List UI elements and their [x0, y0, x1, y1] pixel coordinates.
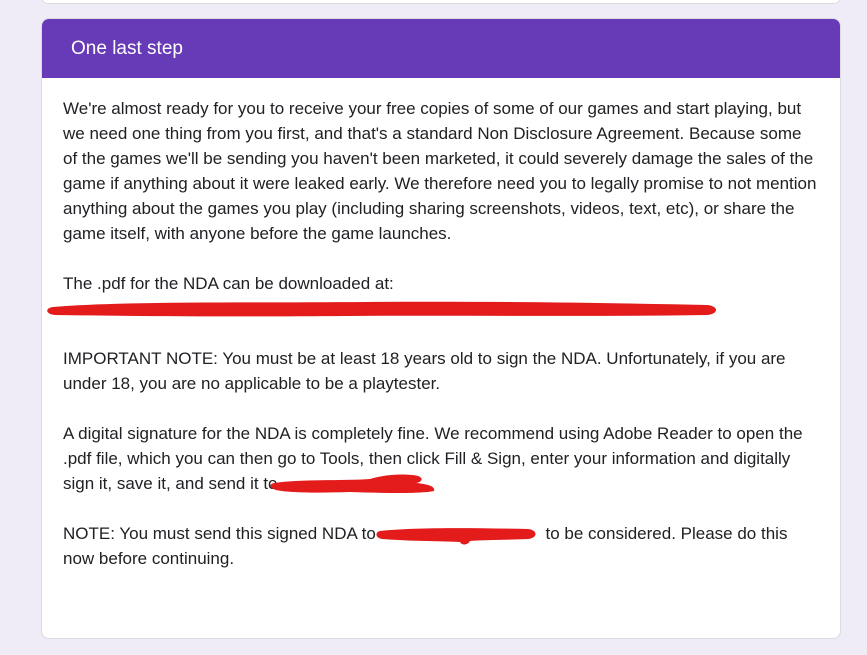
section-card: One last step We're almost ready for you…	[41, 18, 841, 639]
redaction-mark-download-link	[47, 301, 716, 317]
redacted-email-link	[269, 471, 434, 496]
section-title: One last step	[71, 38, 183, 59]
download-paragraph: The .pdf for the NDA can be downloaded a…	[63, 274, 394, 293]
signature-paragraph: A digital signature for the NDA is compl…	[63, 421, 820, 496]
important-note-paragraph: IMPORTANT NOTE: You must be at least 18 …	[63, 349, 791, 393]
redaction-mark-email	[269, 474, 434, 493]
note-text-start: NOTE: You must send this signed NDA to	[63, 524, 376, 543]
redacted-email-address	[376, 521, 541, 546]
signature-text: A digital signature for the NDA is compl…	[63, 424, 808, 493]
previous-section-card	[41, 0, 841, 4]
final-note-paragraph: NOTE: You must send this signed NDA to t…	[63, 521, 820, 571]
section-header: One last step	[42, 19, 840, 78]
download-link-line	[47, 296, 820, 321]
section-description: We're almost ready for you to receive yo…	[42, 78, 840, 571]
intro-paragraph: We're almost ready for you to receive yo…	[63, 99, 822, 243]
redaction-mark-email-2	[376, 528, 536, 545]
